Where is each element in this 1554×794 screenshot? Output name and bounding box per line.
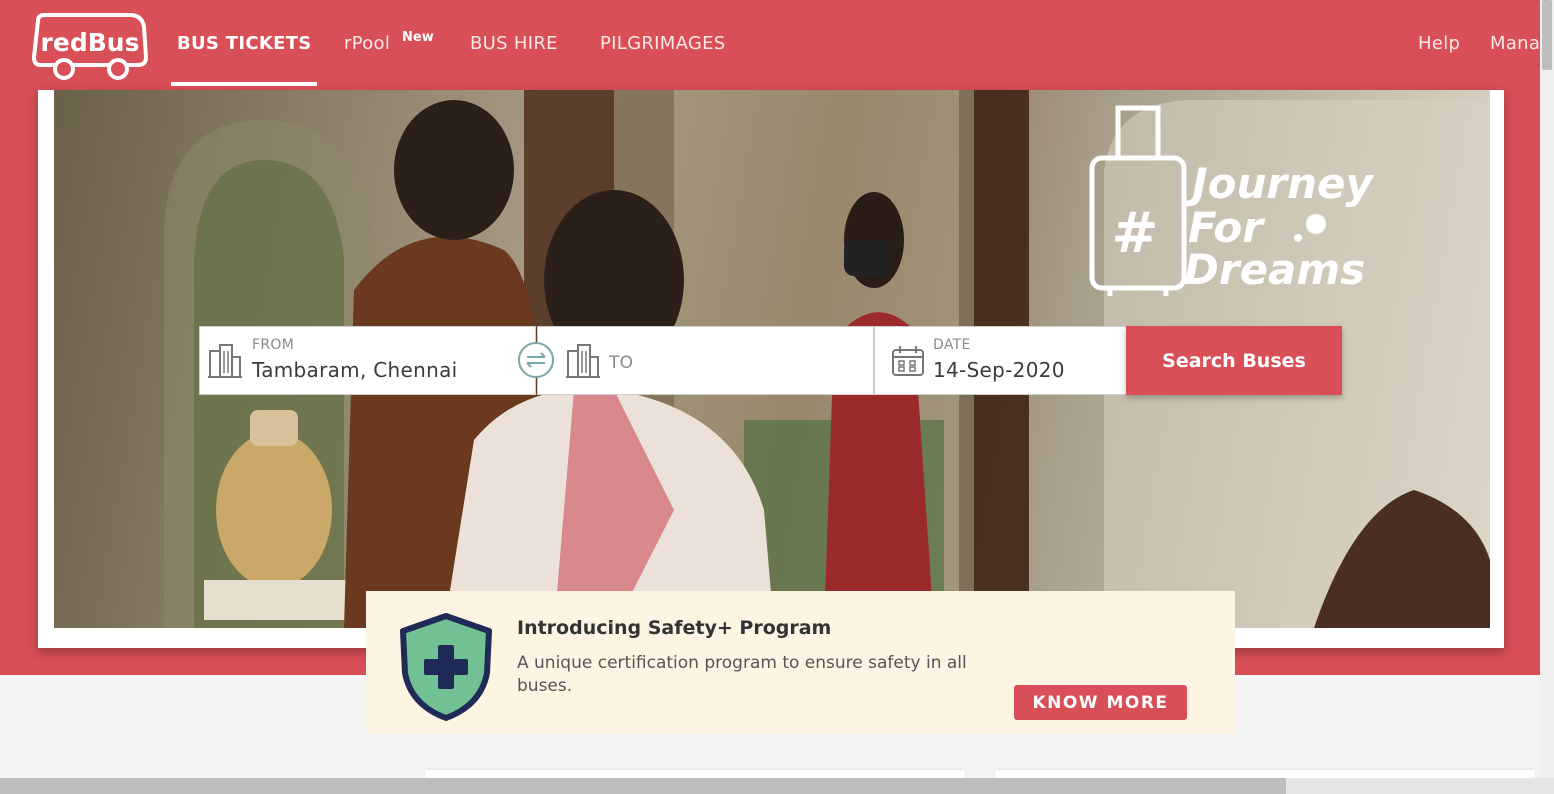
date-label: DATE [933, 337, 971, 353]
nav-new-badge: New [402, 30, 434, 45]
date-value[interactable]: 14-Sep-2020 [933, 358, 1065, 382]
svg-text:Dreams: Dreams [1184, 245, 1365, 294]
horizontal-scrollbar-thumb[interactable] [0, 778, 1286, 794]
from-value[interactable]: Tambaram, Chennai [252, 358, 457, 382]
swap-icon[interactable] [518, 342, 554, 378]
shield-plus-icon [400, 613, 492, 721]
journey-for-dreams-logo: # Journey For Dreams [1089, 105, 1374, 296]
nav-manage[interactable]: Mana [1490, 33, 1540, 54]
top-header: redBus BUS TICKETS rPool New BUS HIRE PI… [0, 0, 1540, 88]
logo-text: redBus [41, 28, 140, 57]
redbus-logo[interactable]: redBus [30, 13, 149, 81]
vertical-scrollbar[interactable] [1540, 0, 1554, 778]
know-more-button[interactable]: KNOW MORE [1014, 685, 1187, 720]
from-field[interactable]: FROM Tambaram, Chennai [199, 326, 536, 395]
city-icon [208, 344, 242, 378]
to-label: TO [609, 353, 634, 373]
safety-description: A unique certification program to ensure… [517, 653, 967, 696]
nav-pilgrimages[interactable]: PILGRIMAGES [600, 33, 726, 54]
from-label: FROM [252, 337, 295, 353]
safety-plus-banner: Introducing Safety+ Program A unique cer… [366, 591, 1235, 734]
calendar-icon [892, 346, 924, 376]
svg-text:Journey: Journey [1185, 159, 1374, 208]
nav-active-indicator [171, 82, 317, 86]
city-icon [566, 344, 600, 378]
nav-help[interactable]: Help [1418, 33, 1460, 54]
nav-bus-hire[interactable]: BUS HIRE [470, 33, 558, 54]
date-field[interactable]: DATE 14-Sep-2020 [874, 326, 1127, 395]
vertical-scrollbar-thumb[interactable] [1542, 0, 1552, 70]
safety-title: Introducing Safety+ Program [517, 617, 832, 639]
svg-text:#: # [1112, 201, 1159, 266]
nav-bus-tickets[interactable]: BUS TICKETS [177, 33, 312, 54]
to-field[interactable]: TO [537, 326, 874, 395]
nav-rpool[interactable]: rPool [344, 33, 390, 54]
search-buses-button[interactable]: Search Buses [1126, 326, 1342, 395]
